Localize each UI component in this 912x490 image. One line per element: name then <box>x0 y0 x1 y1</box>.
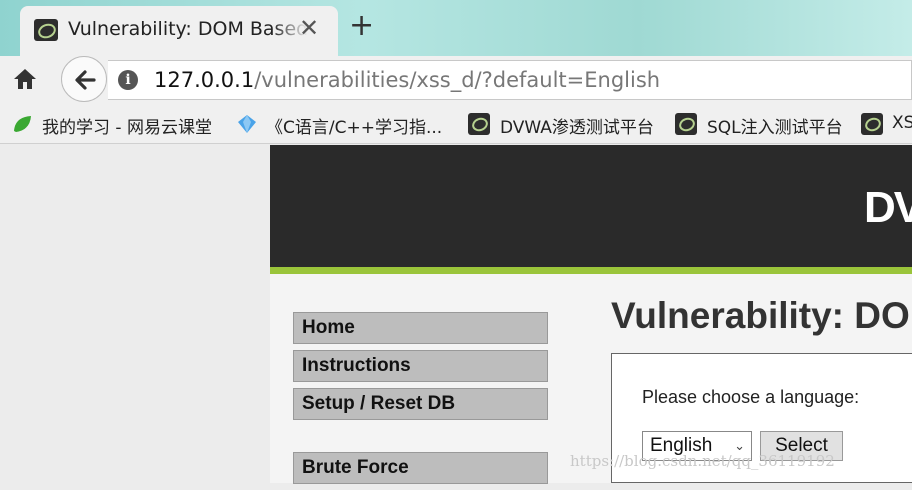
home-icon[interactable] <box>12 66 38 92</box>
header-stripe <box>270 267 912 274</box>
page-viewport: DV Home Instructions Setup / Reset DB Br… <box>0 145 912 484</box>
dvwa-header: DV <box>270 145 912 267</box>
navigation-bar: i 127.0.0.1/vulnerabilities/xss_d/?defau… <box>0 56 912 104</box>
menu-item-brute-force[interactable]: Brute Force <box>293 452 548 484</box>
bookmark-c-language[interactable]: 《C语言/C++学习指... <box>266 113 442 138</box>
bookmark-sql[interactable]: SQL注入测试平台 <box>707 113 843 138</box>
url-text[interactable]: 127.0.0.1/vulnerabilities/xss_d/?default… <box>154 68 660 92</box>
menu-item-setup[interactable]: Setup / Reset DB <box>293 388 548 420</box>
bookmark-netease[interactable]: 我的学习 - 网易云课堂 <box>42 113 212 138</box>
tab-strip: Vulnerability: DOM Based ✕ + <box>0 0 912 56</box>
url-path: /vulnerabilities/xss_d/?default=English <box>254 68 661 92</box>
watermark: https://blog.csdn.net/qq_36119192 <box>570 452 835 470</box>
dvwa-favicon-icon <box>34 19 58 41</box>
language-prompt: Please choose a language: <box>642 387 860 407</box>
dvwa-icon <box>675 113 697 135</box>
browser-tab[interactable]: Vulnerability: DOM Based ✕ <box>20 6 338 56</box>
dvwa-icon <box>468 113 490 135</box>
new-tab-button[interactable]: + <box>349 8 374 43</box>
dvwa-menu: Home Instructions Setup / Reset DB Brute… <box>293 312 548 490</box>
back-arrow-icon <box>75 70 96 90</box>
dvwa-icon <box>861 113 883 135</box>
close-tab-icon[interactable]: ✕ <box>299 14 319 42</box>
page-title: Vulnerability: DO <box>611 295 910 336</box>
bookmark-dvwa[interactable]: DVWA渗透测试平台 <box>500 113 654 138</box>
menu-divider <box>293 426 548 452</box>
dvwa-logo: DV <box>864 183 912 232</box>
back-button[interactable] <box>61 56 107 102</box>
tab-title: Vulnerability: DOM Based <box>68 18 308 40</box>
bookmark-xss[interactable]: XS <box>892 113 912 133</box>
menu-item-instructions[interactable]: Instructions <box>293 350 548 382</box>
menu-item-home[interactable]: Home <box>293 312 548 344</box>
url-host: 127.0.0.1 <box>154 68 255 92</box>
green-leaf-icon <box>12 113 34 135</box>
blue-gem-icon <box>236 113 258 135</box>
info-icon[interactable]: i <box>118 70 138 90</box>
address-bar[interactable]: i 127.0.0.1/vulnerabilities/xss_d/?defau… <box>108 60 912 100</box>
bookmarks-bar: 我的学习 - 网易云课堂 《C语言/C++学习指... DVWA渗透测试平台 S… <box>0 104 912 144</box>
